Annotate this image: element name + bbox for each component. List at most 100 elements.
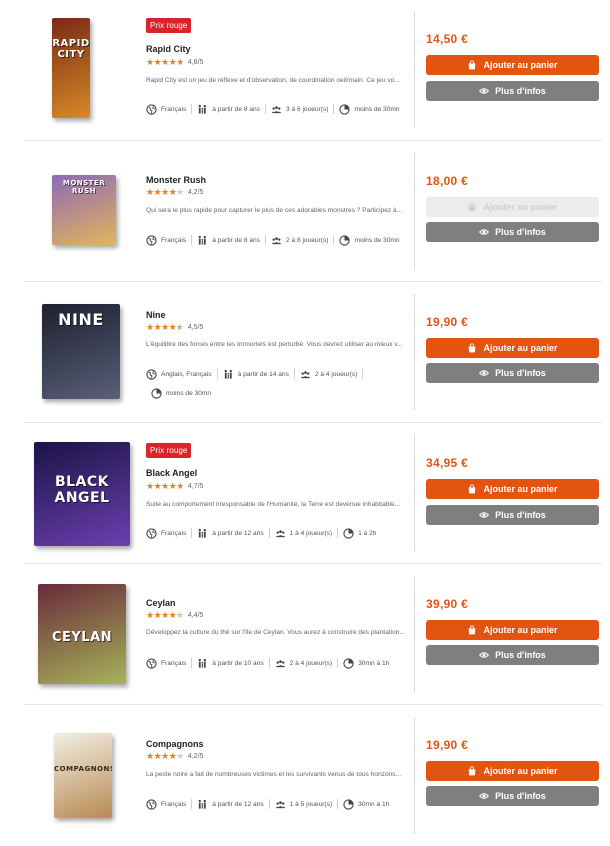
product-name[interactable]: Black Angel [146,468,197,478]
game-box-cover: COMPAGNONS [54,733,112,818]
attr-text: moins de 30mn [354,105,400,113]
attr-text: Français [161,529,187,537]
product-name[interactable]: Rapid City [146,44,191,54]
family-icon [197,799,208,810]
attr-age: à partir de 14 ans [218,369,295,379]
product-attributes: Anglais, Français à partir de 14 ans 2 à 4… [146,368,408,399]
add-to-cart-button[interactable]: Ajouter au panier [426,55,599,75]
shopping-bag-icon [467,625,477,635]
product-image[interactable]: MONSTER RUSH [24,141,134,281]
star-rating-icon: ★★★★★★★★★★ [146,57,184,67]
product-image[interactable]: NINE [24,282,134,422]
attr-age: à partir de 12 ans [192,528,270,539]
product-image[interactable]: CEYLAN [24,564,134,704]
add-to-cart-button[interactable]: Ajouter au panier [426,197,599,217]
attr-language: Français [146,234,193,246]
more-info-button[interactable]: Plus d'infos [426,645,599,665]
more-info-button[interactable]: Plus d'infos [426,505,599,525]
add-to-cart-label: Ajouter au panier [483,202,558,212]
attr-text: à partir de 12 ans [212,800,264,808]
rating: ★★★★★★★★★★4,5/5 [146,323,203,332]
product-image[interactable]: RAPID CITY [24,0,134,140]
product-name[interactable]: Ceylan [146,598,176,608]
more-info-label: Plus d'infos [495,368,546,378]
product-image[interactable]: COMPAGNONS [24,705,134,845]
shopping-bag-icon [467,343,477,353]
attr-text: Anglais, Français [161,370,212,378]
product-description: Développez la culture du thé sur l'île d… [146,629,405,636]
attr-players: 2 à 4 joueur(s) [270,658,339,668]
attr-age: à partir de 12 ans [192,799,270,810]
eye-icon [479,791,490,801]
box-title: BLACK ANGEL [54,474,110,506]
attr-language: Français [146,103,193,115]
attr-text: moins de 30mn [166,389,212,397]
clock-icon [343,657,354,669]
rating-value: 4,8/5 [187,59,204,66]
game-box-cover: BLACK ANGEL [34,442,130,546]
attr-players: 1 à 4 joueur(s) [270,528,339,538]
players-icon [275,528,286,539]
clock-icon [339,234,351,246]
rating: ★★★★★★★★★★4,2/5 [146,188,203,197]
more-info-button[interactable]: Plus d'infos [426,222,599,242]
product-card: RAPID CITY Prix rouge Rapid City ★★★★★ ★★★★★… [24,0,602,141]
attr-text: 30mn à 1h [358,800,390,808]
more-info-button[interactable]: Plus d'infos [426,81,599,101]
add-to-cart-button[interactable]: Ajouter au panier [426,620,599,640]
more-info-button[interactable]: Plus d'infos [426,786,599,806]
rating-value: 4,2/5 [187,753,204,760]
more-info-label: Plus d'infos [495,227,546,237]
family-icon [223,369,234,380]
attr-duration: moins de 30mn [334,234,404,246]
box-title: COMPAGNONS [54,765,112,773]
divider [414,435,415,551]
product-card: MONSTER RUSH Monster Rush ★★★★★★★★★★4,2/5 Q… [24,141,602,282]
product-attributes: Français à partir de 8 ans 3 à 6 joueur(s)… [146,103,408,115]
more-info-label: Plus d'infos [495,86,546,96]
more-info-label: Plus d'infos [495,510,546,520]
clock-icon [343,527,354,539]
add-to-cart-button[interactable]: Ajouter au panier [426,338,599,358]
attr-language: Anglais, Français [146,368,218,380]
product-name[interactable]: Compagnons [146,739,204,749]
promo-badge: Prix rouge [146,18,192,33]
more-info-label: Plus d'infos [495,650,546,660]
family-icon [197,528,208,539]
shopping-bag-icon [467,60,477,70]
more-info-button[interactable]: Plus d'infos [426,363,599,383]
attr-text: 3 à 6 joueur(s) [285,105,329,113]
product-price: 19,90 € [426,315,469,329]
rating-value: 4,4/5 [187,612,204,619]
product-attributes: Français à partir de 12 ans 1 à 5 joueur(s… [146,798,408,810]
product-card: BLACK ANGEL Prix rouge Black Angel ★★★★★ ★★★… [24,423,602,564]
clock-icon [339,103,351,115]
attr-players: 2 à 8 joueur(s) [266,235,335,245]
box-title: NINE [58,310,104,329]
product-list: RAPID CITY Prix rouge Rapid City ★★★★★ ★★★★★… [0,0,610,846]
game-box-cover: NINE [42,304,120,399]
product-price: 14,50 € [426,32,469,46]
attr-duration: 30mn à 1h [338,798,394,810]
attr-text: à partir de 10 ans [212,659,264,667]
eye-icon [479,86,490,96]
rating: ★★★★★★★★★★4,2/5 [146,752,203,761]
product-name[interactable]: Monster Rush [146,175,206,185]
shopping-bag-icon [467,766,477,776]
product-image[interactable]: BLACK ANGEL [24,423,134,563]
eye-icon [479,368,490,378]
attr-age: à partir de 8 ans [192,235,266,245]
attr-text: 2 à 4 joueur(s) [314,370,358,378]
attr-text: à partir de 8 ans [212,236,260,244]
eye-icon [479,650,490,660]
globe-icon [146,527,157,539]
product-name[interactable]: Nine [146,310,166,320]
attr-text: Français [161,659,187,667]
product-price: 34,95 € [426,456,469,470]
attr-text: à partir de 14 ans [237,370,289,378]
add-to-cart-button[interactable]: Ajouter au panier [426,479,599,499]
attr-text: 1 à 5 joueur(s) [289,800,333,808]
players-icon [275,658,286,669]
rating: ★★★★★ ★★★★★ 4,7/5 [146,482,203,491]
add-to-cart-button[interactable]: Ajouter au panier [426,761,599,781]
